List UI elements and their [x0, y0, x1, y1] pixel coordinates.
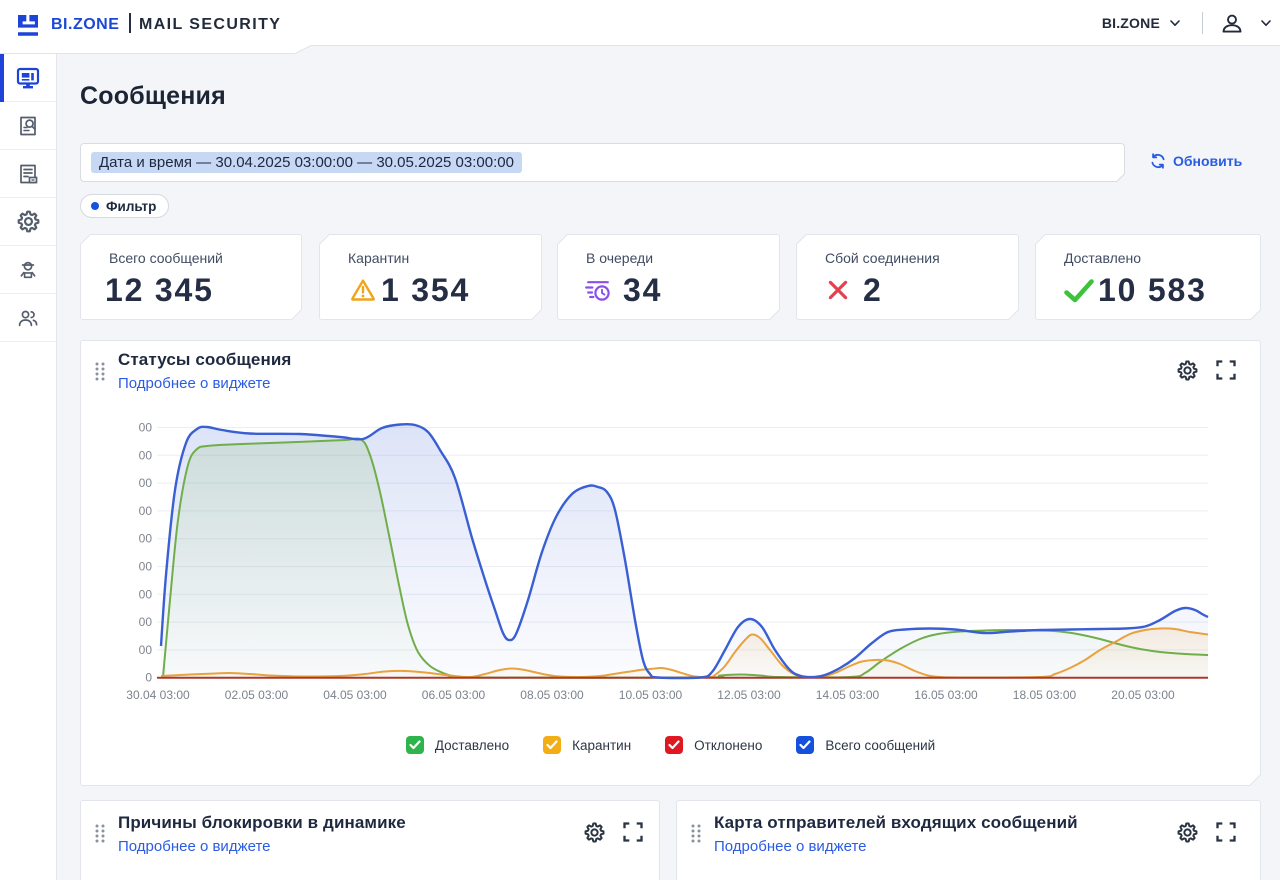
- svg-text:02.05 03:00: 02.05 03:00: [225, 688, 289, 702]
- svg-text:00: 00: [139, 476, 153, 490]
- svg-text:12.05 03:00: 12.05 03:00: [717, 688, 781, 702]
- svg-text:18.05 03:00: 18.05 03:00: [1013, 688, 1077, 702]
- svg-text:14.05 03:00: 14.05 03:00: [816, 688, 880, 702]
- svg-text:00: 00: [139, 448, 153, 462]
- svg-text:00: 00: [139, 532, 153, 546]
- svg-text:00: 00: [139, 587, 153, 601]
- svg-text:20.05 03:00: 20.05 03:00: [1111, 688, 1175, 702]
- svg-text:10.05 03:00: 10.05 03:00: [619, 688, 683, 702]
- svg-text:00: 00: [139, 560, 153, 574]
- svg-text:04.05 03:00: 04.05 03:00: [323, 688, 387, 702]
- svg-text:00: 00: [139, 421, 153, 435]
- svg-text:00: 00: [139, 615, 153, 629]
- svg-text:0: 0: [145, 671, 152, 685]
- svg-text:00: 00: [139, 504, 153, 518]
- svg-text:08.05 03:00: 08.05 03:00: [520, 688, 584, 702]
- svg-text:06.05 03:00: 06.05 03:00: [422, 688, 486, 702]
- svg-text:16.05 03:00: 16.05 03:00: [914, 688, 978, 702]
- svg-text:30.04 03:00: 30.04 03:00: [126, 688, 190, 702]
- svg-text:00: 00: [139, 643, 153, 657]
